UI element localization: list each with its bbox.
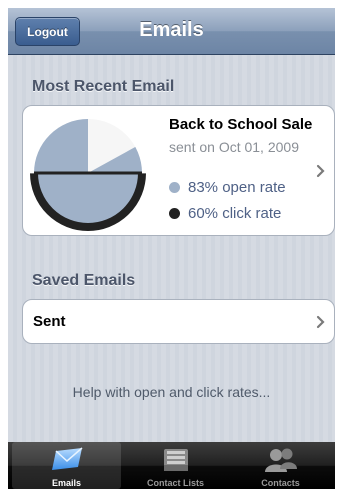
chevron-right-icon bbox=[316, 164, 325, 178]
navigation-bar: Logout Emails bbox=[8, 8, 335, 55]
recent-email-card[interactable]: Back to School Sale sent on Oct 01, 2009… bbox=[22, 105, 335, 236]
open-rate-dot-icon bbox=[169, 182, 180, 193]
people-icon bbox=[264, 448, 297, 472]
saved-emails-heading: Saved Emails bbox=[32, 272, 136, 289]
open-rate-legend: 83% open rate bbox=[169, 179, 286, 196]
tab-contacts-label: Contacts bbox=[261, 478, 300, 488]
page-title: Emails bbox=[139, 19, 204, 41]
help-open-click-rates-link[interactable]: Help with open and click rates... bbox=[8, 384, 335, 400]
tab-emails-label: Emails bbox=[51, 478, 82, 488]
tab-contact-lists-label: Contact Lists bbox=[146, 478, 204, 488]
click-rate-label: 60% click rate bbox=[188, 205, 282, 222]
email-icon bbox=[51, 447, 82, 470]
click-rate-dot-icon bbox=[169, 208, 180, 219]
open-click-rate-gauge bbox=[30, 119, 146, 231]
app-screen: Logout Emails Most Recent Email Back to … bbox=[8, 8, 335, 489]
tab-bar: Emails Contact Lists Contacts bbox=[8, 442, 335, 489]
inbox-tray-icon bbox=[163, 449, 188, 471]
tab-emails[interactable]: Emails bbox=[12, 442, 121, 489]
open-rate-label: 83% open rate bbox=[188, 179, 286, 196]
saved-email-row-sent[interactable]: Sent bbox=[22, 299, 335, 344]
chevron-right-icon bbox=[316, 315, 325, 329]
email-name: Back to School Sale bbox=[169, 116, 313, 133]
email-sent-date: sent on Oct 01, 2009 bbox=[169, 139, 299, 155]
most-recent-email-heading: Most Recent Email bbox=[32, 78, 175, 95]
tab-contact-lists[interactable]: Contact Lists bbox=[121, 442, 230, 489]
saved-email-label: Sent bbox=[33, 313, 66, 330]
tab-contacts[interactable]: Contacts bbox=[226, 442, 335, 489]
click-rate-legend: 60% click rate bbox=[169, 205, 281, 222]
